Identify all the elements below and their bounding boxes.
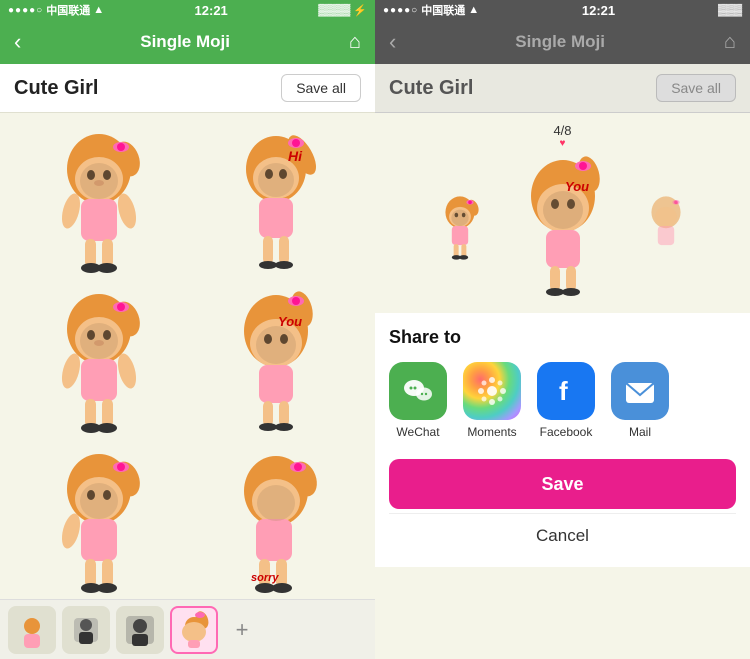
left-time: 12:21 <box>195 3 228 18</box>
left-signal-dots: ●●●●○ <box>8 5 43 16</box>
sticker-1-svg <box>49 131 149 276</box>
right-sticker-preview: 4/8 ♥ <box>375 113 750 313</box>
preview-sticker-small-right[interactable] <box>642 195 690 261</box>
sticker-cell-1[interactable] <box>10 123 188 283</box>
share-icons-row: WeChat Moment <box>389 362 736 439</box>
left-carrier: 中国联通 <box>46 2 90 18</box>
left-nav-bar: ‹ Single Moji ⌂ <box>0 20 375 64</box>
left-thumb-3[interactable] <box>116 606 164 654</box>
facebook-label: Facebook <box>540 425 593 439</box>
sticker-cell-5[interactable] <box>10 443 188 599</box>
right-signal-dots: ●●●●○ <box>383 5 418 16</box>
svg-text:sorry: sorry <box>251 572 279 584</box>
right-cancel-button[interactable]: Cancel <box>389 513 736 557</box>
preview-svg-2 <box>642 195 690 261</box>
right-page-title: Cute Girl <box>389 77 473 100</box>
svg-text:You: You <box>565 179 589 194</box>
left-back-button[interactable]: ‹ <box>14 31 21 53</box>
left-battery-icon: ▓▓▓▓ <box>318 4 350 16</box>
wechat-logo-icon <box>400 373 436 409</box>
counter-text: 4/8 <box>553 123 571 138</box>
thumb-1-icon <box>12 610 52 650</box>
facebook-logo-icon: f <box>548 373 584 409</box>
right-status-left: ●●●●○ 中国联通 ▲ <box>383 2 479 18</box>
share-facebook-item[interactable]: f Facebook <box>537 362 595 439</box>
preview-sticker-main[interactable]: You <box>508 156 618 301</box>
right-wifi-icon: ▲ <box>468 4 479 16</box>
mail-label: Mail <box>629 425 651 439</box>
right-status-right: ▓▓▓ <box>718 4 742 16</box>
wechat-icon-box[interactable] <box>389 362 447 420</box>
svg-text:f: f <box>559 376 568 406</box>
left-status-right: ▓▓▓▓ ⚡ <box>318 4 367 17</box>
right-save-button[interactable]: Save <box>389 459 736 509</box>
preview-stickers-row: You <box>389 153 736 303</box>
thumb-3-icon <box>120 610 160 650</box>
left-thumb-1[interactable] <box>8 606 56 654</box>
mail-logo-icon <box>622 373 658 409</box>
left-battery-bolt: ⚡ <box>353 4 367 17</box>
share-mail-item[interactable]: Mail <box>611 362 669 439</box>
left-status-left: ●●●●○ 中国联通 ▲ <box>8 2 104 18</box>
sticker-3-svg <box>49 291 149 436</box>
moments-icon-box[interactable] <box>463 362 521 420</box>
sticker-6-svg: sorry <box>221 451 331 596</box>
sticker-cell-4[interactable]: You <box>188 283 366 443</box>
left-wifi-icon: ▲ <box>93 4 104 16</box>
left-status-bar: ●●●●○ 中国联通 ▲ 12:21 ▓▓▓▓ ⚡ <box>0 0 375 20</box>
preview-sticker-small-left[interactable] <box>436 195 484 261</box>
share-wechat-item[interactable]: WeChat <box>389 362 447 439</box>
sticker-cell-2[interactable]: Hi <box>188 123 366 283</box>
left-content-header: Cute Girl Save all <box>0 64 375 113</box>
share-title: Share to <box>389 327 736 348</box>
left-panel: ●●●●○ 中国联通 ▲ 12:21 ▓▓▓▓ ⚡ ‹ Single Moji … <box>0 0 375 659</box>
preview-svg-main: You <box>508 156 618 301</box>
share-moments-item[interactable]: Moments <box>463 362 521 439</box>
svg-text:Hi: Hi <box>288 148 303 164</box>
right-save-all-button[interactable]: Save all <box>656 74 736 102</box>
left-home-button[interactable]: ⌂ <box>349 31 361 54</box>
sticker-2-svg: Hi <box>226 131 326 276</box>
facebook-icon-box[interactable]: f <box>537 362 595 420</box>
right-time: 12:21 <box>582 3 615 18</box>
counter-heart: ♥ <box>389 138 736 149</box>
thumb-2-icon <box>66 610 106 650</box>
right-nav-bar: ‹ Single Moji ⌂ <box>375 20 750 64</box>
left-save-all-button[interactable]: Save all <box>281 74 361 102</box>
right-battery-icon: ▓▓▓ <box>718 4 742 16</box>
right-back-button[interactable]: ‹ <box>389 31 396 53</box>
moments-label: Moments <box>467 425 516 439</box>
left-page-title: Cute Girl <box>14 77 98 100</box>
right-home-button[interactable]: ⌂ <box>724 31 736 54</box>
thumb-4-icon <box>174 610 214 650</box>
moments-logo-icon <box>474 373 510 409</box>
right-content-header: Cute Girl Save all <box>375 64 750 113</box>
right-carrier: 中国联通 <box>421 2 465 18</box>
left-bottom-bar: + <box>0 599 375 659</box>
right-status-bar: ●●●●○ 中国联通 ▲ 12:21 ▓▓▓ <box>375 0 750 20</box>
sticker-cell-6[interactable]: sorry <box>188 443 366 599</box>
left-thumb-2[interactable] <box>62 606 110 654</box>
left-sticker-grid: Hi <box>0 113 375 599</box>
left-add-button[interactable]: + <box>224 612 260 648</box>
left-nav-title: Single Moji <box>140 32 230 52</box>
preview-svg-1 <box>436 195 484 261</box>
left-thumb-4[interactable] <box>170 606 218 654</box>
right-action-buttons: Save Cancel <box>375 449 750 567</box>
right-panel: ●●●●○ 中国联通 ▲ 12:21 ▓▓▓ ‹ Single Moji ⌂ C… <box>375 0 750 659</box>
right-share-section: Share to WeChat <box>375 313 750 449</box>
wechat-label: WeChat <box>396 425 439 439</box>
mail-icon-box[interactable] <box>611 362 669 420</box>
svg-text:You: You <box>278 314 302 329</box>
right-counter: 4/8 ♥ <box>389 123 736 149</box>
sticker-5-svg <box>49 451 149 596</box>
right-nav-title: Single Moji <box>515 32 605 52</box>
sticker-cell-3[interactable] <box>10 283 188 443</box>
sticker-4-svg: You <box>226 291 326 436</box>
